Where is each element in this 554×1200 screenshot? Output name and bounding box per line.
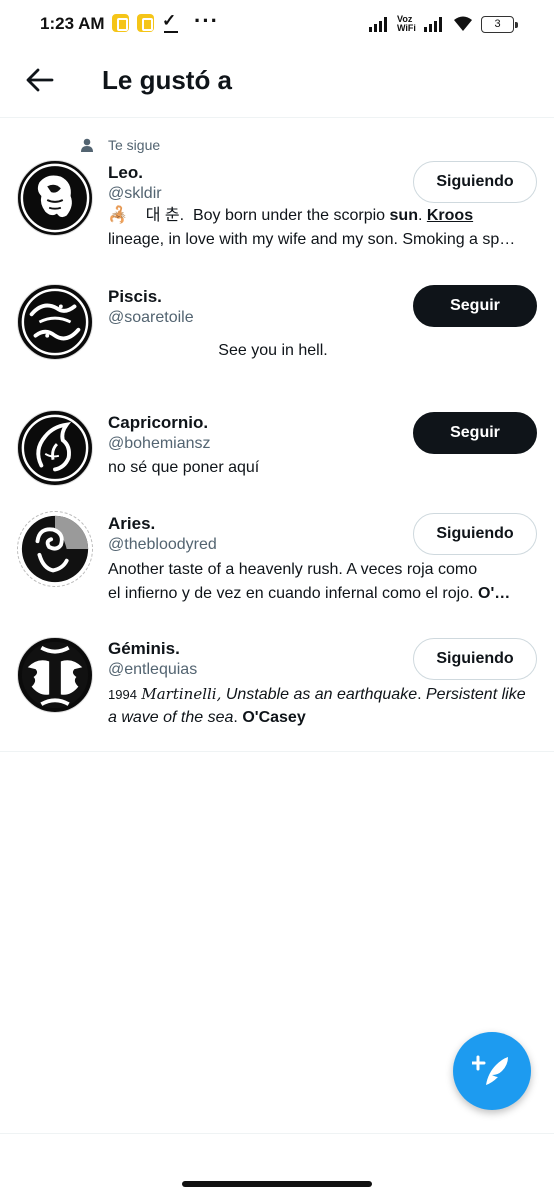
user-list: Te sigue Leo. @skldir 🦂 대 춘. Boy born un… <box>0 119 554 752</box>
battery-icon: 3 <box>481 16 518 33</box>
user-handle: @entlequias <box>108 661 198 678</box>
user-name: Géminis. <box>108 639 180 658</box>
bio-italic: Persistent like <box>426 686 526 703</box>
bio-text: Boy born under the scorpio <box>192 207 386 224</box>
network-label-wifi: WiFi <box>397 23 416 33</box>
user-handle: @thebloodyred <box>108 536 217 553</box>
notification-icon <box>137 14 154 32</box>
home-indicator[interactable] <box>182 1181 372 1187</box>
user-handle: @skldir <box>108 185 162 202</box>
bio-year: 1994 <box>108 687 137 702</box>
user-handle: @bohemiansz <box>108 435 211 452</box>
user-bio-line2: el infierno y de vez en cuando infernal … <box>108 582 538 606</box>
user-bio-line2: a wave of the sea. O'Casey <box>108 706 538 730</box>
user-row[interactable]: Aries. @thebloodyred Another taste of a … <box>0 501 554 623</box>
status-time: 1:23 AM <box>40 14 105 33</box>
bio-korean: 대 춘. <box>145 207 185 224</box>
avatar[interactable] <box>17 637 93 713</box>
bio-italic: a wave of the sea <box>108 709 234 726</box>
follow-button[interactable]: Seguir <box>413 285 537 327</box>
user-name: Aries. <box>108 514 156 533</box>
top-app-bar: Le gustó a <box>0 50 554 118</box>
social-context-label: Te sigue <box>108 137 161 153</box>
bio-punct: . <box>417 686 422 703</box>
user-handle: @soaretoile <box>108 309 194 326</box>
follow-button[interactable]: Seguir <box>413 412 537 454</box>
avatar[interactable] <box>17 284 93 360</box>
avatar[interactable] <box>17 410 93 486</box>
social-context: Te sigue <box>80 137 160 153</box>
network-label: Voz WiFi <box>397 15 416 33</box>
user-row[interactable]: Géminis. @entlequias 1994 Martinelli, Un… <box>0 623 554 751</box>
compose-tweet-icon <box>472 1055 508 1085</box>
bio-bold: sun <box>389 207 418 224</box>
bio-italic: Unstable as an earthquake <box>225 686 418 703</box>
person-icon <box>81 138 93 152</box>
avatar[interactable] <box>17 511 93 587</box>
user-name: Leo. <box>108 163 143 182</box>
following-button[interactable]: Siguiendo <box>413 161 537 203</box>
bio-link[interactable]: Kroos <box>427 207 473 224</box>
check-underline <box>164 31 178 33</box>
bio-punct: . <box>233 709 238 726</box>
status-bar: 1:23 AM ✓ ··· Voz WiFi 3 <box>0 0 554 50</box>
user-bio: 1994 Martinelli, Unstable as an earthqua… <box>108 682 538 707</box>
following-button[interactable]: Siguiendo <box>413 513 537 555</box>
signal-icon <box>424 17 442 32</box>
bio-punct: . <box>417 207 423 224</box>
user-bio: 🦂 대 춘. Boy born under the scorpio sun. K… <box>108 204 538 228</box>
notification-icon <box>112 14 129 32</box>
bio-italic-serif: Martinelli <box>141 685 217 703</box>
scorpion-emoji: 🦂 <box>108 207 128 224</box>
bio-punct: , <box>216 685 222 703</box>
user-bio-line2: lineage, in love with my wife and my son… <box>108 231 516 248</box>
user-name: Capricornio. <box>108 413 209 432</box>
user-bio: no sé que poner aquí <box>108 459 260 476</box>
following-button[interactable]: Siguiendo <box>413 638 537 680</box>
bio-text: el infierno y de vez en cuando infernal … <box>108 585 474 602</box>
page-title: Le gustó a <box>102 65 233 95</box>
bio-bold: O'… <box>478 585 511 602</box>
bio-bold: O'Casey <box>242 709 306 726</box>
user-row[interactable]: Capricornio. @bohemiansz no sé que poner… <box>0 391 554 501</box>
user-row[interactable]: Piscis. @soaretoile See you in hell. Seg… <box>0 265 554 391</box>
signal-icon <box>369 17 387 32</box>
compose-tweet-button[interactable] <box>453 1032 531 1110</box>
check-icon: ✓ <box>162 11 177 30</box>
bottom-divider <box>0 1133 554 1134</box>
wifi-icon <box>454 16 472 31</box>
user-name: Piscis. <box>108 287 162 306</box>
user-bio: See you in hell. <box>218 342 328 359</box>
user-bio: Another taste of a heavenly rush. A vece… <box>108 561 478 578</box>
more-dots-icon: ··· <box>194 8 219 33</box>
user-row[interactable]: Te sigue Leo. @skldir 🦂 대 춘. Boy born un… <box>0 119 554 265</box>
arrow-left-icon[interactable] <box>24 66 56 94</box>
avatar[interactable] <box>17 160 93 236</box>
